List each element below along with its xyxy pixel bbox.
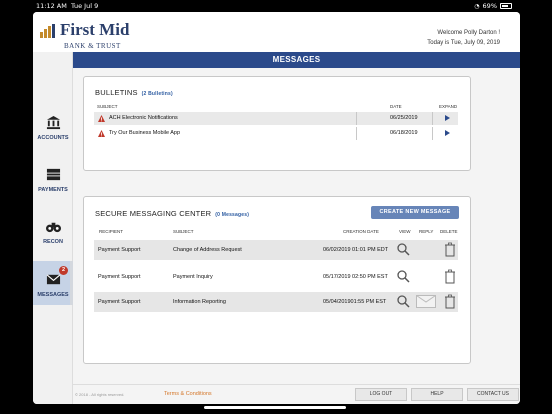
bank-subtitle: BANK & TRUST	[64, 42, 121, 50]
sidebar-item-label: PAYMENTS	[38, 187, 68, 193]
envelope-icon	[46, 274, 61, 285]
status-time-date: 11:12 AM Tue Jul 9	[36, 2, 99, 10]
secure-col-delete: DELETE	[440, 229, 458, 234]
message-created: 06/02/2019 01:01 PM EDT	[323, 247, 389, 253]
status-bar: 11:12 AM Tue Jul 9 ◔ 69%	[0, 0, 552, 12]
secure-messaging-panel: SECURE MESSAGING CENTER (0 Messages) CREA…	[83, 196, 471, 364]
expand-arrow-icon[interactable]	[445, 130, 450, 136]
secure-count: (0 Messages)	[215, 212, 250, 218]
secure-col-view: VIEW	[399, 229, 411, 234]
secure-col-recipient: RECIPIENT	[99, 229, 124, 234]
message-created: 05/04/201901:55 PM EST	[323, 299, 387, 305]
bulletin-date: 06/25/2019	[390, 115, 418, 121]
contact-us-button[interactable]: CONTACT US	[467, 388, 519, 401]
sidebar-item-label: MESSAGES	[37, 292, 69, 298]
delete-trash-icon[interactable]	[444, 269, 456, 284]
footer: © 2018 - All rights reserved. Terms & Co…	[73, 384, 520, 404]
warning-icon	[98, 115, 105, 122]
app-screen: First Mid BANK & TRUST Welcome Polly Dar…	[33, 12, 520, 404]
bulletins-title: BULLETINS (2 Bulletins)	[95, 88, 173, 97]
bulletin-row[interactable]: ACH Electronic Notifications 06/25/2019	[94, 112, 458, 125]
bulletins-count: (2 Bulletins)	[141, 91, 173, 97]
delete-trash-icon[interactable]	[444, 294, 456, 309]
secure-col-subject: SUBJECT	[173, 229, 194, 234]
today-text: Today is Tue, July 09, 2019	[427, 40, 500, 46]
bulletin-subject: ACH Electronic Notifications	[109, 115, 178, 121]
bulletin-subject: Try Our Business Mobile App	[109, 130, 181, 136]
help-button[interactable]: HELP	[411, 388, 463, 401]
bulletin-row[interactable]: Try Our Business Mobile App 06/18/2019	[94, 127, 458, 140]
page-title: MESSAGES	[73, 52, 520, 68]
secure-col-created: CREATION DATE	[343, 229, 379, 234]
view-magnifier-icon[interactable]	[396, 294, 410, 308]
column-divider	[356, 112, 357, 125]
message-recipient: Payment Support	[98, 299, 141, 305]
delete-trash-icon[interactable]	[444, 242, 456, 257]
message-subject: Information Reporting	[173, 299, 226, 305]
secure-col-reply: REPLY	[419, 229, 434, 234]
create-new-message-button[interactable]: CREATE NEW MESSAGE	[371, 206, 459, 219]
expand-arrow-icon[interactable]	[445, 115, 450, 121]
sidebar-item-payments[interactable]: PAYMENTS	[33, 159, 73, 199]
bulletins-panel: BULLETINS (2 Bulletins) SUBJECT DATE EXPA…	[83, 76, 471, 171]
bank-name: First Mid	[60, 20, 130, 39]
battery-percent: 69%	[482, 2, 497, 10]
sidebar-item-label: ACCOUNTS	[37, 135, 69, 141]
message-row[interactable]: Payment Support Information Reporting 05…	[94, 292, 458, 312]
reply-envelope-icon[interactable]	[416, 295, 436, 308]
home-indicator[interactable]	[204, 406, 346, 409]
binoculars-icon	[46, 222, 61, 233]
column-divider	[432, 127, 433, 140]
status-right: ◔ 69%	[474, 2, 512, 10]
bulletin-date: 06/18/2019	[390, 130, 418, 136]
view-magnifier-icon[interactable]	[396, 269, 410, 283]
main-content: BULLETINS (2 Bulletins) SUBJECT DATE EXPA…	[73, 68, 520, 384]
welcome-text: Welcome Polly Darton !	[437, 30, 500, 36]
column-divider	[432, 112, 433, 125]
sidebar-item-accounts[interactable]: ACCOUNTS	[33, 107, 73, 147]
logo-bars-icon	[40, 24, 58, 38]
bulletins-col-subject: SUBJECT	[97, 104, 118, 109]
bank-icon	[46, 115, 61, 130]
message-row[interactable]: Payment Support Payment Inquiry 05/17/20…	[94, 267, 458, 287]
sidebar-item-messages[interactable]: 2 MESSAGES	[33, 261, 73, 305]
payments-icon	[46, 168, 61, 181]
logout-button[interactable]: LOG OUT	[355, 388, 407, 401]
wifi-icon: ◔	[474, 2, 480, 10]
message-subject: Payment Inquiry	[173, 274, 213, 280]
copyright-text: © 2018 - All rights reserved.	[75, 392, 125, 397]
terms-link[interactable]: Terms & Conditions	[164, 391, 212, 397]
sidebar-item-label: RECON	[43, 239, 63, 245]
welcome-block: Welcome Polly Darton ! Today is Tue, Jul…	[427, 28, 500, 48]
secure-title: SECURE MESSAGING CENTER (0 Messages)	[95, 209, 250, 218]
message-recipient: Payment Support	[98, 247, 141, 253]
sidebar: ACCOUNTS PAYMENTS RECON 2 MESSAGES	[33, 52, 73, 404]
message-subject: Change of Address Request	[173, 247, 242, 253]
header: First Mid BANK & TRUST Welcome Polly Dar…	[33, 12, 520, 52]
bulletins-col-expand: EXPAND	[439, 104, 458, 109]
sidebar-item-recon[interactable]: RECON	[33, 211, 73, 251]
battery-icon	[500, 3, 512, 9]
message-recipient: Payment Support	[98, 274, 141, 280]
view-magnifier-icon[interactable]	[396, 242, 410, 256]
unread-badge: 2	[59, 266, 68, 275]
column-divider	[356, 127, 357, 140]
message-row[interactable]: Payment Support Change of Address Reques…	[94, 240, 458, 260]
bulletins-col-date: DATE	[390, 104, 402, 109]
message-created: 05/17/2019 02:50 PM EST	[323, 274, 388, 280]
warning-icon	[98, 130, 105, 137]
